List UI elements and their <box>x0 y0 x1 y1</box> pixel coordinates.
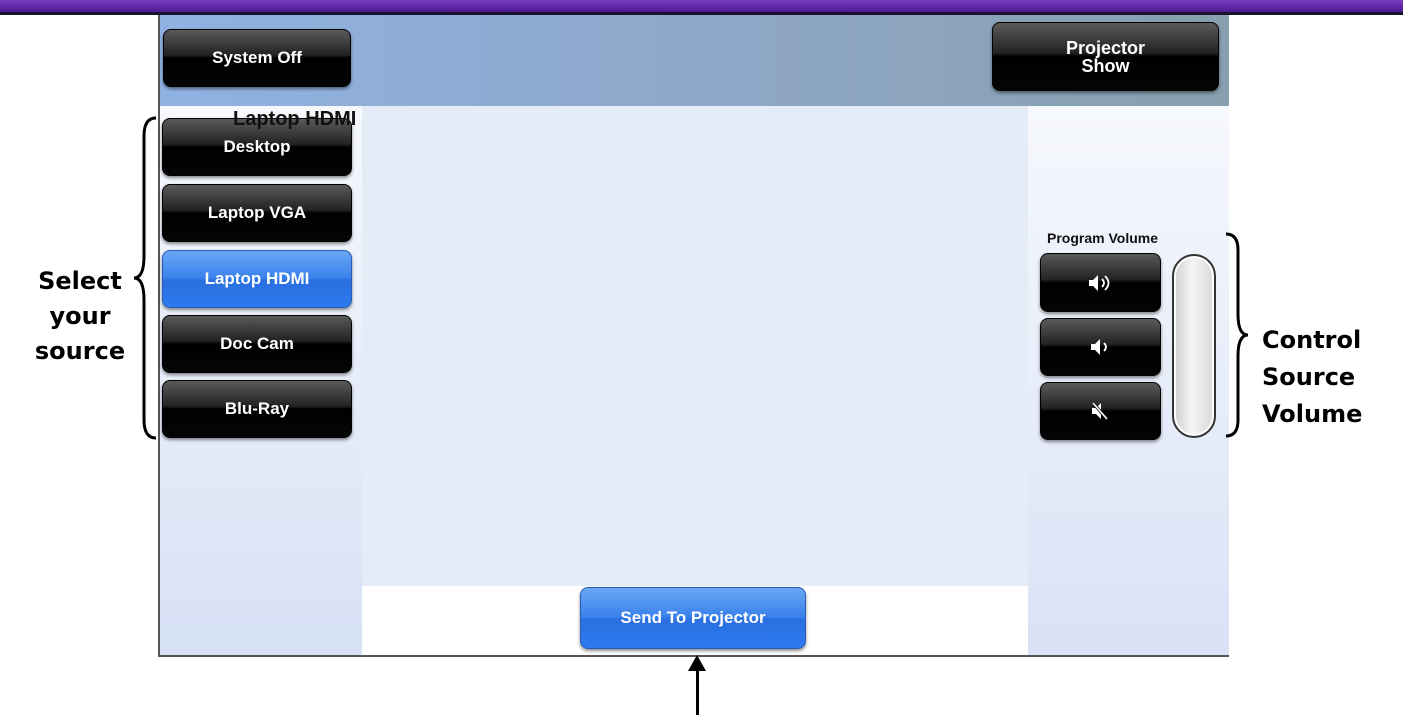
right-curly-bracket <box>1225 232 1249 438</box>
source-label: Blu-Ray <box>224 399 290 418</box>
annotation-line: Control <box>1262 326 1362 354</box>
source-button-blu-ray[interactable]: Blu-Ray <box>162 380 352 438</box>
volume-down-button[interactable] <box>1040 318 1161 376</box>
left-curly-bracket <box>133 116 157 440</box>
selected-source-title: Laptop HDMI <box>233 108 357 130</box>
volume-slider[interactable] <box>1172 254 1216 438</box>
right-annotation: Control Source Volume <box>1262 322 1392 433</box>
source-button-doc-cam[interactable]: Doc Cam <box>162 315 352 373</box>
annotation-line: source <box>34 337 126 365</box>
annotation-line: Source <box>1262 363 1356 391</box>
program-volume-label: Program Volume <box>1047 230 1158 246</box>
left-annotation: Select your source <box>20 264 140 369</box>
source-button-laptop-hdmi[interactable]: Laptop HDMI <box>162 250 352 308</box>
projector-show-button[interactable]: Projector Show <box>992 22 1219 91</box>
source-label: Desktop <box>223 137 291 156</box>
volume-down-icon <box>1090 339 1107 355</box>
mute-button[interactable] <box>1040 382 1161 440</box>
mute-icon <box>1091 402 1108 420</box>
source-label: Laptop HDMI <box>204 269 310 288</box>
volume-up-button[interactable] <box>1040 253 1161 312</box>
projector-show-label-line1: Projector <box>1065 37 1146 58</box>
system-off-button[interactable]: System Off <box>163 29 351 87</box>
annotation-line: your <box>49 302 111 330</box>
system-off-label: System Off <box>212 48 302 67</box>
source-button-laptop-vga[interactable]: Laptop VGA <box>162 184 352 242</box>
source-label: Doc Cam <box>220 334 294 353</box>
top-accent-bar <box>0 0 1403 15</box>
arrow-line <box>696 668 699 715</box>
annotation-line: Volume <box>1262 400 1363 428</box>
projector-show-label-line2: Show <box>1081 55 1130 76</box>
annotation-line: Select <box>38 267 122 295</box>
source-label: Laptop VGA <box>207 203 307 222</box>
send-to-projector-button[interactable]: Send To Projector <box>580 587 806 649</box>
volume-up-icon <box>1088 274 1109 291</box>
source-preview-area <box>362 106 1028 586</box>
send-to-projector-label: Send To Projector <box>620 608 766 627</box>
